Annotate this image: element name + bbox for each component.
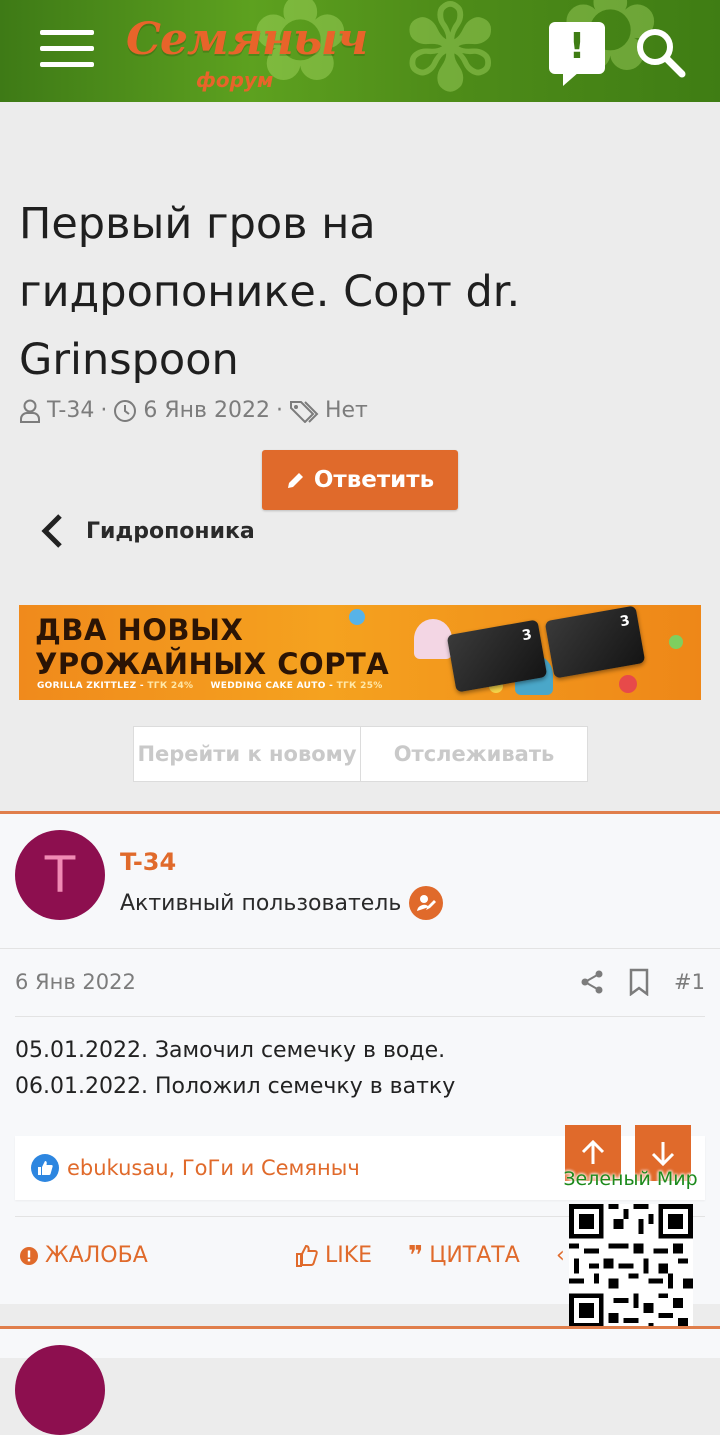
share-icon [581,970,603,994]
avatar[interactable]: T [15,830,105,920]
logo-title: Семяныч [126,14,368,65]
post-number[interactable]: #1 [674,970,705,994]
post-date[interactable]: 6 Янв 2022 [15,970,136,994]
leaf-decoration: ✾ [400,0,501,102]
report-label: ЖАЛОБА [45,1243,148,1268]
reply-label: Ответить [313,467,435,493]
go-to-new-button[interactable]: Перейти к новому [134,727,360,781]
like-label: LIKE [325,1243,373,1268]
arrow-down-icon [651,1142,675,1167]
meta-separator: · [100,398,108,423]
banner-line1: ДВА НОВЫХ [35,613,244,647]
site-logo[interactable]: Семяныч форум [126,14,368,94]
user-badge-icon [409,886,444,920]
warning-icon [20,1246,38,1265]
user-icon [20,399,40,423]
reactors-list[interactable]: ebukusau, ГоГи и Семяныч [67,1156,360,1180]
like-button[interactable]: LIKE [295,1243,372,1268]
divider [0,948,720,949]
candy-ball [669,635,683,649]
like-reaction-icon [31,1154,59,1182]
logo-subtitle: форум [196,68,274,92]
thread-actions: Перейти к новому Отслеживать [133,726,588,782]
post-line: 06.01.2022. Положил семечку в ватку [15,1074,456,1099]
next-post-container [0,1326,720,1358]
user-title-text: Активный пользователь [120,890,402,916]
quote-button[interactable]: ❞ ЦИТАТА [408,1240,520,1271]
meta-separator: · [275,398,283,423]
hamburger-icon [40,30,94,35]
site-header: ✿ ✾ ✿ Семяныч форум ! [0,0,720,102]
banner-line2: УРОЖАЙНЫХ СОРТА [35,647,390,681]
ad-banner[interactable]: ДВА НОВЫХ УРОЖАЙНЫХ СОРТА GORILLA ZKITTL… [19,605,701,700]
hamburger-line [40,62,94,67]
bookmark-button[interactable] [628,968,650,1000]
divider [15,1016,705,1017]
banner-strain2: WEDDING CAKE AUTO - [210,681,334,691]
search-button[interactable] [634,26,688,80]
qr-code [569,1204,693,1328]
avatar[interactable] [15,1345,105,1435]
candy-ball [619,675,637,693]
breadcrumb-back[interactable]: Гидропоника [40,513,255,549]
watch-button[interactable]: Отслеживать [360,727,587,781]
thread-title: Первый гров на гидропонике. Сорт dr. Gri… [19,199,521,385]
pencil-icon [287,473,303,488]
quote-icon: ❞ [408,1240,424,1271]
search-icon [637,29,686,78]
post-username[interactable]: T-34 [120,848,176,876]
candy-ball [349,609,365,625]
banner-strains: GORILLA ZKITTLEZ - ТГК 24% WEDDING CAKE … [37,681,383,691]
reply-button[interactable]: Ответить [262,450,458,510]
thread-tags: Нет [324,398,368,423]
menu-button[interactable] [40,30,94,70]
cupcake-image [414,619,452,659]
clock-icon [114,399,137,422]
watermark-text: Зеленый Мир [563,1168,698,1190]
banner-strain1-thc: ТГК 24% [147,681,194,691]
report-button[interactable]: ЖАЛОБА [19,1243,148,1268]
alerts-button[interactable]: ! [549,22,605,86]
thread-author[interactable]: T-34 [47,398,94,423]
thread-meta: T-34 · 6 Янв 2022 · Нет [19,398,368,423]
thumbs-up-icon [296,1244,318,1267]
quote-label: ЦИТАТА [429,1243,520,1268]
share-button[interactable] [580,969,604,999]
user-title: Активный пользователь [120,886,444,920]
breadcrumb-forum: Гидропоника [86,518,255,544]
chevron-left-icon [41,514,62,548]
post-line: 05.01.2022. Замочил семечку в воде. [15,1038,446,1063]
bookmark-icon [629,968,649,997]
avatar-letter: T [44,846,76,904]
thread-date[interactable]: 6 Янв 2022 [143,398,270,423]
card-number: 3 [520,626,534,645]
banner-strain1: GORILLA ZKITTLEZ - [37,681,144,691]
banner-strain2-thc: ТГК 25% [336,681,383,691]
hamburger-line [40,46,94,51]
card-number: 3 [618,612,632,631]
watermark: Зеленый Мир [563,1168,698,1336]
arrow-up-icon [581,1139,605,1164]
alert-bubble-icon: ! [568,26,586,67]
tags-icon [289,400,319,423]
seed-card-image: 3 [544,605,646,679]
